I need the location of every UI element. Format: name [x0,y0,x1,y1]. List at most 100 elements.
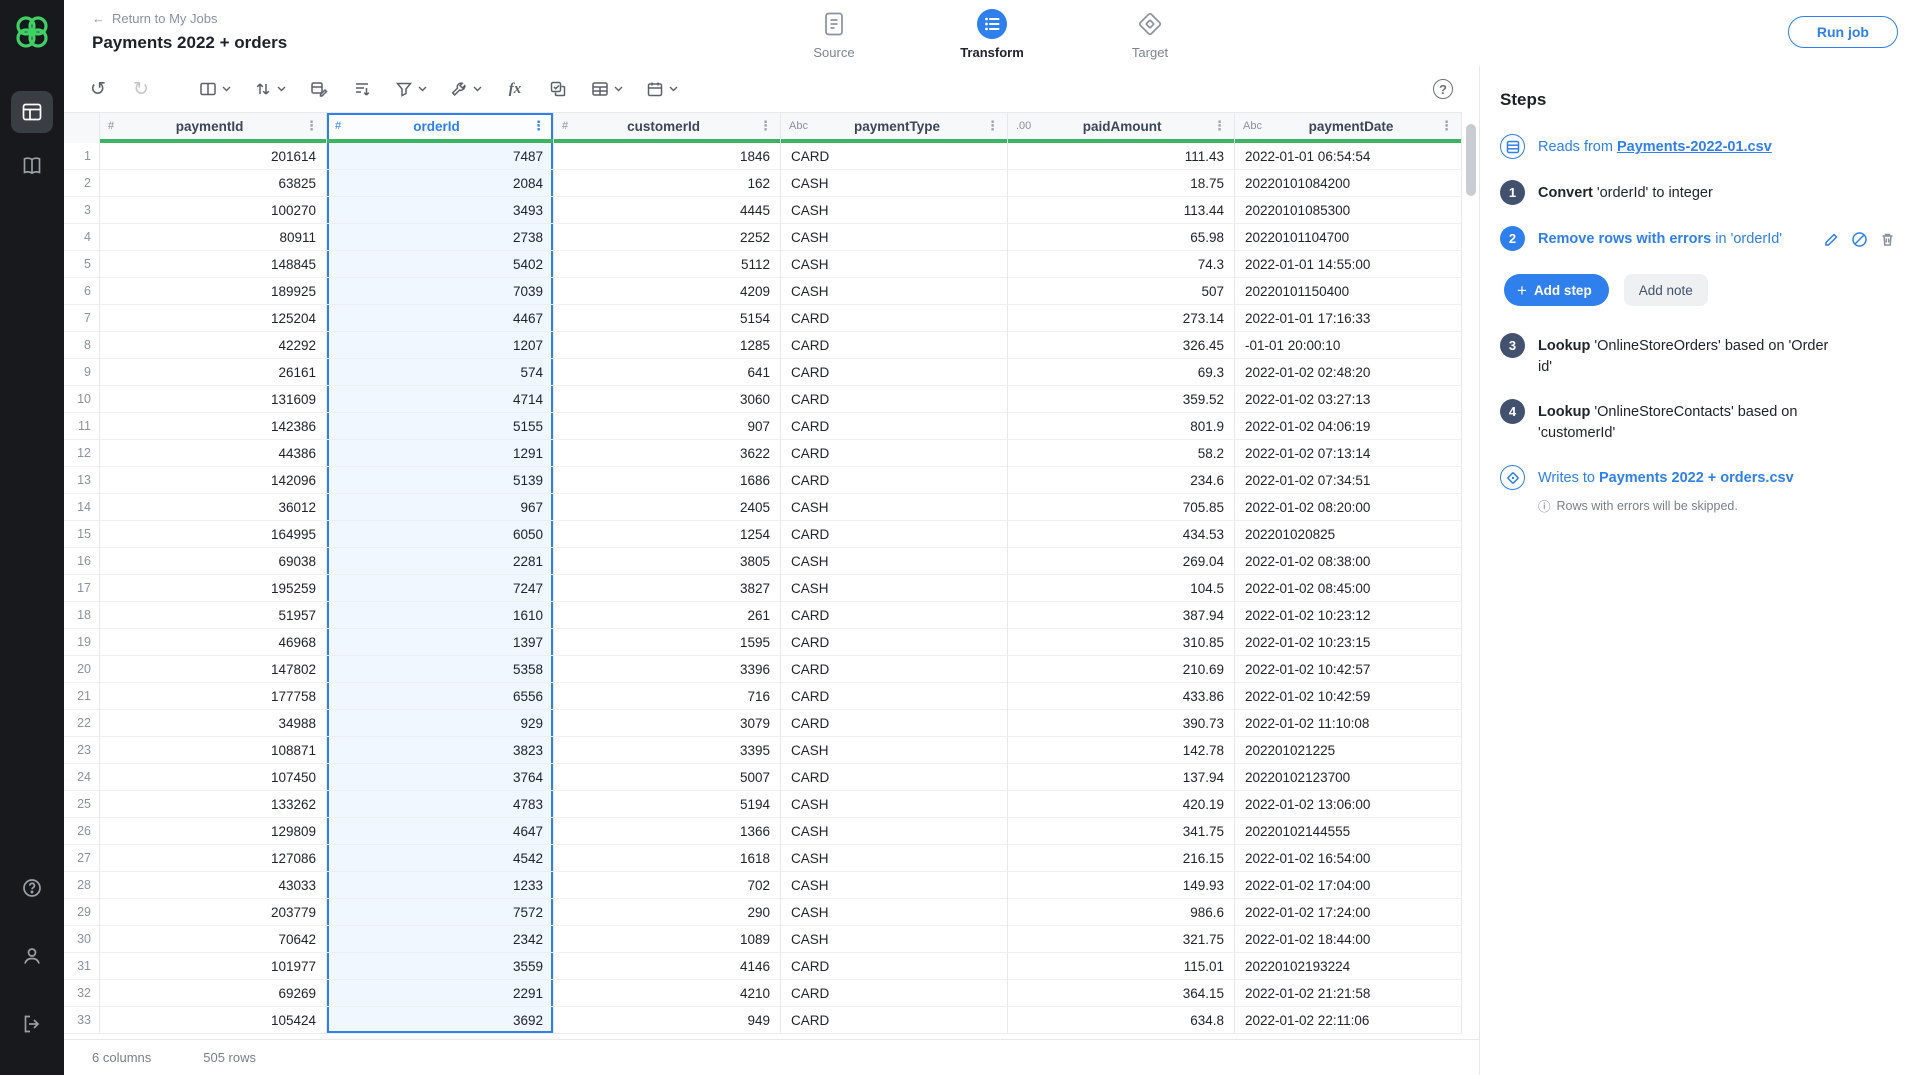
cell-customerId[interactable]: 1595 [554,629,781,656]
column-header-customerId[interactable]: #customerId⋮ [554,112,781,143]
cell-paymentDate[interactable]: 2022-01-02 18:44:00 [1235,926,1462,953]
cell-paymentId[interactable]: 148845 [100,251,327,278]
cell-orderId[interactable]: 4542 [327,845,554,872]
cell-orderId[interactable]: 4467 [327,305,554,332]
cell-paidAmount[interactable]: 434.53 [1008,521,1235,548]
cell-customerId[interactable]: 3396 [554,656,781,683]
cell-paymentId[interactable]: 201614 [100,143,327,170]
cell-paidAmount[interactable]: 115.01 [1008,953,1235,980]
cell-customerId[interactable]: 1846 [554,143,781,170]
cell-paymentDate[interactable]: 2022-01-02 03:27:13 [1235,386,1462,413]
cell-customerId[interactable]: 3805 [554,548,781,575]
cell-orderId[interactable]: 1610 [327,602,554,629]
cell-customerId[interactable]: 261 [554,602,781,629]
cell-paymentType[interactable]: CARD [781,764,1008,791]
cell-paidAmount[interactable]: 65.98 [1008,224,1235,251]
cell-paymentId[interactable]: 147802 [100,656,327,683]
cell-paidAmount[interactable]: 310.85 [1008,629,1235,656]
table-tools-button[interactable] [583,73,631,105]
cell-orderId[interactable]: 7487 [327,143,554,170]
cell-orderId[interactable]: 967 [327,494,554,521]
cell-orderId[interactable]: 5155 [327,413,554,440]
cell-customerId[interactable]: 716 [554,683,781,710]
cell-paidAmount[interactable]: 104.5 [1008,575,1235,602]
cell-customerId[interactable]: 1366 [554,818,781,845]
writes-file-link[interactable]: Payments 2022 + orders.csv [1599,470,1794,486]
cell-paymentId[interactable]: 195259 [100,575,327,602]
cell-paymentType[interactable]: CASH [781,197,1008,224]
cell-paymentType[interactable]: CARD [781,629,1008,656]
cell-paymentId[interactable]: 46968 [100,629,327,656]
cell-orderId[interactable]: 7039 [327,278,554,305]
cell-paymentDate[interactable]: 2022-01-02 10:42:57 [1235,656,1462,683]
sort-button[interactable] [246,73,294,105]
cell-paidAmount[interactable]: 364.15 [1008,980,1235,1007]
disable-step-icon[interactable] [1851,231,1868,253]
cell-customerId[interactable]: 2252 [554,224,781,251]
cell-paymentId[interactable]: 34988 [100,710,327,737]
cell-paymentType[interactable]: CASH [781,818,1008,845]
cell-customerId[interactable]: 5194 [554,791,781,818]
step-item[interactable]: 4Lookup 'OnlineStoreContacts' based on '… [1500,399,1896,444]
cell-customerId[interactable]: 4146 [554,953,781,980]
cell-paymentId[interactable]: 42292 [100,332,327,359]
cell-paidAmount[interactable]: 273.14 [1008,305,1235,332]
cell-paymentDate[interactable]: 20220101150400 [1235,278,1462,305]
cell-paymentDate[interactable]: 20220101085300 [1235,197,1462,224]
cell-paymentId[interactable]: 142386 [100,413,327,440]
cell-paymentType[interactable]: CARD [781,359,1008,386]
cell-orderId[interactable]: 2738 [327,224,554,251]
cell-paymentId[interactable]: 142096 [100,467,327,494]
cell-customerId[interactable]: 3622 [554,440,781,467]
cell-paymentDate[interactable]: 2022-01-02 10:23:12 [1235,602,1462,629]
cell-customerId[interactable]: 3060 [554,386,781,413]
cell-paidAmount[interactable]: 433.86 [1008,683,1235,710]
cell-orderId[interactable]: 1397 [327,629,554,656]
cell-paymentId[interactable]: 107450 [100,764,327,791]
date-tools-button[interactable] [638,73,686,105]
edit-step-icon[interactable] [1823,231,1840,253]
column-menu-icon[interactable]: ⋮ [759,118,772,134]
cell-paymentType[interactable]: CARD [781,332,1008,359]
cell-paymentDate[interactable]: 2022-01-02 08:20:00 [1235,494,1462,521]
cell-paidAmount[interactable]: 986.6 [1008,899,1235,926]
cell-customerId[interactable]: 1285 [554,332,781,359]
cell-paymentDate[interactable]: 2022-01-02 10:23:15 [1235,629,1462,656]
cell-paymentId[interactable]: 69038 [100,548,327,575]
cell-paymentType[interactable]: CARD [781,953,1008,980]
cell-customerId[interactable]: 1618 [554,845,781,872]
cell-paymentId[interactable]: 100270 [100,197,327,224]
pipeline-step-transform[interactable]: Transform [942,6,1042,60]
help-icon[interactable] [11,867,53,909]
cell-paidAmount[interactable]: 149.93 [1008,872,1235,899]
cell-paidAmount[interactable]: 69.3 [1008,359,1235,386]
cell-paymentId[interactable]: 43033 [100,872,327,899]
account-icon[interactable] [11,935,53,977]
cell-paidAmount[interactable]: 705.85 [1008,494,1235,521]
run-job-button[interactable]: Run job [1788,16,1898,48]
columns-button[interactable] [191,73,239,105]
cell-paymentType[interactable]: CARD [781,683,1008,710]
cell-paymentId[interactable]: 133262 [100,791,327,818]
column-menu-icon[interactable]: ⋮ [1213,118,1226,134]
cell-orderId[interactable]: 5358 [327,656,554,683]
cell-paymentType[interactable]: CARD [781,413,1008,440]
cell-paymentId[interactable]: 70642 [100,926,327,953]
scrollbar-thumb[interactable] [1466,124,1476,196]
cell-paymentDate[interactable]: 2022-01-02 22:11:06 [1235,1007,1462,1034]
add-note-button[interactable]: Add note [1624,274,1708,306]
sidebar-item-docs[interactable] [11,145,53,187]
cell-paymentDate[interactable]: 2022-01-02 13:06:00 [1235,791,1462,818]
cell-orderId[interactable]: 3692 [327,1007,554,1034]
cell-customerId[interactable]: 5154 [554,305,781,332]
cell-paymentId[interactable]: 203779 [100,899,327,926]
cell-paidAmount[interactable]: 387.94 [1008,602,1235,629]
cell-paymentDate[interactable]: -01-01 20:00:10 [1235,332,1462,359]
cell-paymentType[interactable]: CARD [781,386,1008,413]
cell-customerId[interactable]: 4209 [554,278,781,305]
cell-customerId[interactable]: 907 [554,413,781,440]
column-header-orderId[interactable]: #orderId⋮ [327,112,554,143]
cell-paymentDate[interactable]: 202201020825 [1235,521,1462,548]
cell-paidAmount[interactable]: 359.52 [1008,386,1235,413]
cell-orderId[interactable]: 1207 [327,332,554,359]
